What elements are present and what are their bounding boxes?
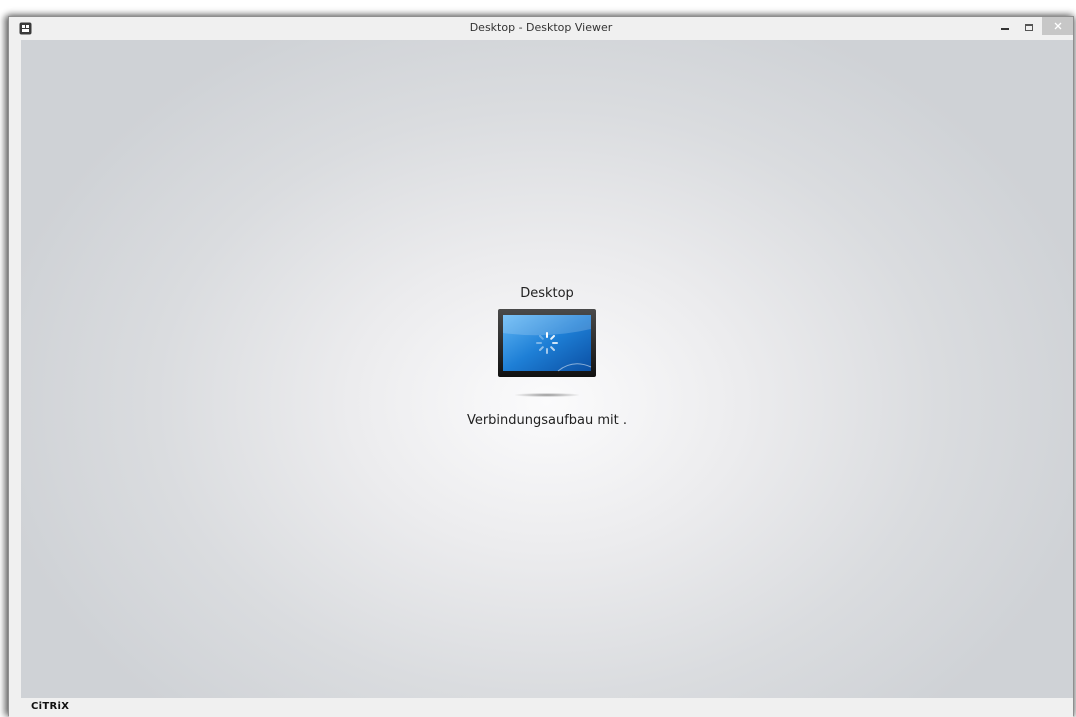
- minimize-icon: [1000, 27, 1009, 30]
- desktop-name-heading: Desktop: [520, 286, 574, 301]
- window-title: Desktop - Desktop Viewer: [469, 21, 613, 34]
- close-icon: [1054, 22, 1061, 30]
- monitor-shadow: [515, 393, 579, 397]
- footer-bar: CiTRiX: [9, 698, 1073, 717]
- connection-status-text: Verbindungsaufbau mit .: [466, 413, 628, 428]
- citrix-logo: CiTRiX: [31, 701, 70, 712]
- title-bar[interactable]: Desktop - Desktop Viewer: [9, 17, 1073, 40]
- desktop-viewer-window: Desktop - Desktop Viewer Desktop Verbind…: [8, 16, 1074, 717]
- connection-panel: Desktop Verbindungsaufbau mit .: [21, 286, 1073, 428]
- monitor-loading-icon: [498, 309, 596, 377]
- session-content-area: Desktop Verbindungsaufbau mit .: [21, 40, 1073, 698]
- maximize-icon: [1025, 23, 1033, 31]
- minimize-button[interactable]: [991, 17, 1018, 38]
- maximize-button[interactable]: [1018, 17, 1040, 38]
- close-button[interactable]: [1042, 17, 1073, 35]
